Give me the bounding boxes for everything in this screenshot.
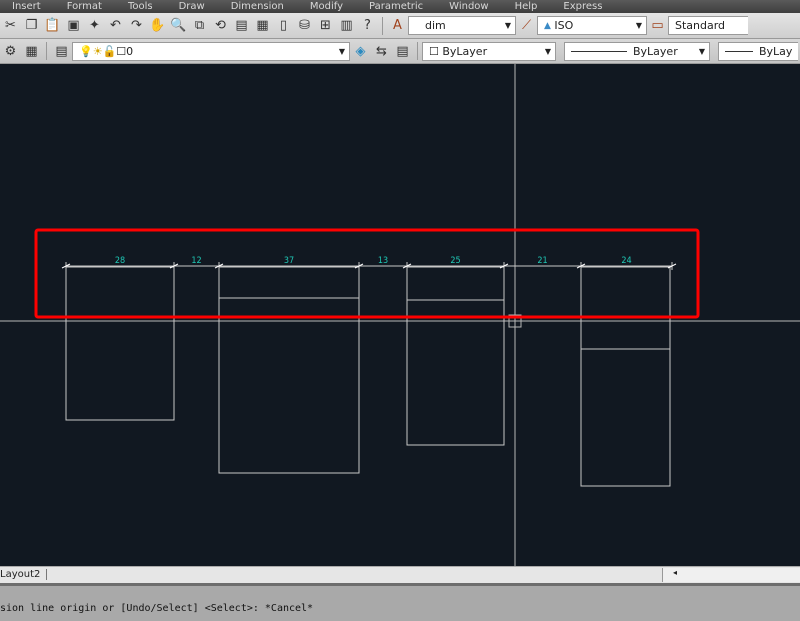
text-style-select[interactable]: dim ▼ <box>408 16 516 35</box>
table-style-icon[interactable]: ▭ <box>649 17 666 34</box>
dimension-label: 12 <box>191 256 201 266</box>
sun-icon[interactable]: ☀ <box>93 45 103 58</box>
workspace-settings-icon[interactable]: ⚙ <box>2 43 19 60</box>
pan-icon[interactable]: ✋ <box>149 17 166 34</box>
table-style-select[interactable]: Standard <box>668 16 748 35</box>
block-editor-icon[interactable]: ✦ <box>86 17 103 34</box>
zoom-realtime-icon[interactable]: 🔍 <box>170 17 187 34</box>
layer-select[interactable]: 💡 ☀ 🔓 ☐ 0 ▼ <box>72 41 350 61</box>
design-center-icon[interactable]: ▦ <box>254 17 271 34</box>
linetype-value: ByLayer <box>633 44 678 58</box>
sheet-set-icon[interactable]: ⛁ <box>296 17 313 34</box>
dimension-label: 13 <box>378 256 388 266</box>
dimension-label: 25 <box>450 256 460 266</box>
lightbulb-icon[interactable]: 💡 <box>79 45 93 58</box>
text-style-icon[interactable]: A <box>389 17 406 34</box>
workspace-icon[interactable]: ▦ <box>23 43 40 60</box>
menu-bar: Insert Format Tools Draw Dimension Modify Para… <box>0 0 800 13</box>
separator <box>382 16 383 35</box>
tab-layout2[interactable]: Layout2 <box>0 569 48 580</box>
menu-dimension[interactable]: Dimension <box>231 1 284 12</box>
color-value: ByLayer <box>442 44 488 58</box>
separator <box>417 42 418 60</box>
dim-style-select[interactable]: ▲ ISO ▼ <box>537 16 647 35</box>
undo-icon[interactable]: ↶ <box>107 17 124 34</box>
color-swatch-icon: ☐ <box>429 44 439 58</box>
text-style-value: dim <box>425 19 446 32</box>
linetype-select[interactable]: ByLayer ▼ <box>564 41 710 61</box>
separator <box>46 42 47 60</box>
dim-style-triangle-icon: ▲ <box>544 20 551 31</box>
dim-style-value: ISO <box>554 19 574 32</box>
menu-insert[interactable]: Insert <box>12 1 41 12</box>
dimension-label: 21 <box>537 256 547 266</box>
dim-style-icon[interactable]: ⟋ <box>518 17 535 34</box>
zoom-window-icon[interactable]: ⧉ <box>191 17 208 34</box>
standard-toolbar: ✂ ❐ 📋 ▣ ✦ ↶ ↷ ✋ 🔍 ⧉ ⟲ ▤ ▦ ▯ ⛁ ⊞ ▥? A dim ▼ ⟋ ▲ ISO ▼ ▭ Sta… <box>0 13 800 39</box>
dimension-label: 24 <box>621 256 631 266</box>
help-icon[interactable]: ? <box>359 17 376 34</box>
menu-format[interactable]: Format <box>67 1 102 12</box>
layer-properties-icon[interactable]: ▤ <box>53 43 70 60</box>
redo-icon[interactable]: ↷ <box>128 17 145 34</box>
cut-icon[interactable]: ✂ <box>2 17 19 34</box>
menu-help[interactable]: Help <box>515 1 538 12</box>
drawing-canvas[interactable]: 28 12 37 13 25 21 24 <box>0 64 800 566</box>
dimension-label: 37 <box>284 256 294 266</box>
layer-previous-icon[interactable]: ⇆ <box>373 43 390 60</box>
menu-parametric[interactable]: Parametric <box>369 1 423 12</box>
menu-tools[interactable]: Tools <box>128 1 153 12</box>
menu-window[interactable]: Window <box>449 1 488 12</box>
menu-modify[interactable]: Modify <box>310 1 343 12</box>
calculator-icon[interactable]: ▥ <box>338 17 355 34</box>
color-swatch-icon: ☐ <box>116 44 127 58</box>
zoom-previous-icon[interactable]: ⟲ <box>212 17 229 34</box>
layer-value: 0 <box>126 44 134 58</box>
dimension-label: 28 <box>115 256 125 266</box>
layers-toolbar: ⚙ ▦ ▤ 💡 ☀ 🔓 ☐ 0 ▼ ◈ ⇆ ▤ ☐ ByLayer ▼ ByLaye… <box>0 39 800 64</box>
copy-icon[interactable]: ❐ <box>23 17 40 34</box>
highlight-box <box>34 228 700 319</box>
menu-draw[interactable]: Draw <box>179 1 205 12</box>
paste-icon[interactable]: 📋 <box>44 17 61 34</box>
lineweight-value: ByLay <box>759 44 793 58</box>
markup-icon[interactable]: ⊞ <box>317 17 334 34</box>
lineweight-select[interactable]: ByLay <box>718 41 798 61</box>
rectangle <box>65 266 175 421</box>
horizontal-scrollbar[interactable]: ◂ <box>662 568 800 582</box>
menu-express[interactable]: Express <box>563 1 602 12</box>
rectangle <box>580 266 671 487</box>
lock-icon[interactable]: 🔓 <box>103 45 117 58</box>
make-current-layer-icon[interactable]: ◈ <box>352 43 369 60</box>
properties-icon[interactable]: ▤ <box>233 17 250 34</box>
layer-states-icon[interactable]: ▤ <box>394 43 411 60</box>
command-history-line: sion line origin or [Undo/Select] <Selec… <box>0 603 314 614</box>
rectangle <box>406 266 505 446</box>
drawing-svg[interactable]: 28 12 37 13 25 21 24 <box>0 64 800 566</box>
match-properties-icon[interactable]: ▣ <box>65 17 82 34</box>
command-window[interactable]: sion line origin or [Undo/Select] <Selec… <box>0 583 800 621</box>
color-select[interactable]: ☐ ByLayer ▼ <box>422 41 556 61</box>
layout-tabs: Layout2 ◂ <box>0 566 800 583</box>
tool-palettes-icon[interactable]: ▯ <box>275 17 292 34</box>
table-style-value: Standard <box>675 19 726 32</box>
